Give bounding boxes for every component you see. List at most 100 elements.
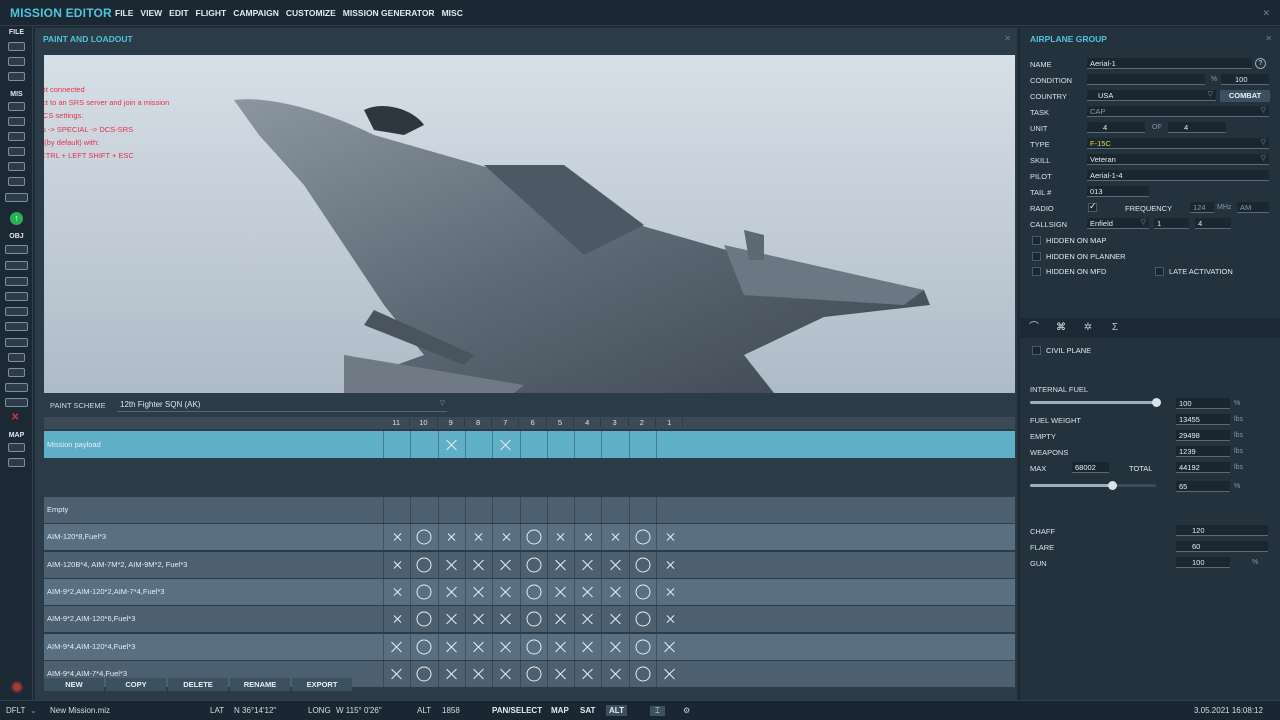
station-cell[interactable] [410, 431, 437, 458]
rename-button[interactable]: RENAME [230, 678, 290, 691]
loadout-row[interactable]: Empty [44, 497, 1015, 523]
weather-icon[interactable] [8, 117, 25, 126]
modulation-select[interactable]: AM [1237, 202, 1269, 213]
station-cell[interactable] [546, 497, 574, 523]
options-icon[interactable] [5, 193, 28, 202]
station-cell[interactable] [492, 431, 519, 458]
frequency-field[interactable]: 124 [1190, 202, 1214, 213]
menu-campaign[interactable]: CAMPAIGN [233, 8, 279, 18]
template-icon[interactable] [5, 322, 28, 331]
ship-icon[interactable] [5, 292, 28, 301]
aircraft-preview[interactable]: SRS not connected Connect to an SRS serv… [44, 55, 1015, 393]
station-cell[interactable] [410, 578, 437, 605]
station-cell[interactable] [546, 660, 574, 687]
station-cell[interactable] [410, 551, 437, 578]
ground-unit-icon[interactable] [5, 277, 28, 286]
airplane-icon[interactable] [5, 245, 28, 254]
hidden-on-map-checkbox[interactable] [1032, 236, 1041, 245]
static-object-icon[interactable] [5, 307, 28, 316]
condition-field[interactable]: 100 [1221, 74, 1269, 85]
settings-icon[interactable]: ⚙ [683, 706, 690, 715]
station-cell[interactable] [574, 497, 601, 523]
station-cell[interactable] [546, 633, 574, 660]
station-cell[interactable] [546, 524, 574, 551]
callsign-select[interactable]: Enfield ▽ [1087, 218, 1149, 229]
check-icon[interactable] [8, 177, 25, 186]
station-cell[interactable] [574, 660, 601, 687]
station-cell[interactable] [519, 660, 547, 687]
station-cell[interactable] [464, 606, 492, 633]
delete-icon[interactable]: ✕ [11, 412, 19, 423]
save-icon[interactable] [8, 42, 25, 51]
open-folder-icon[interactable] [8, 57, 25, 66]
properties-tab-icon[interactable]: ✲ [1081, 322, 1095, 334]
map-view-icon[interactable] [8, 443, 25, 452]
menu-mission-generator[interactable]: MISSION GENERATOR [343, 8, 435, 18]
route-tab-icon[interactable]: ⌒ [1027, 322, 1041, 334]
skill-select[interactable]: Veteran ▽ [1087, 154, 1269, 165]
country-select[interactable]: USA ▽ [1087, 90, 1216, 101]
close-icon[interactable]: ✕ [1262, 8, 1270, 19]
station-cell[interactable] [492, 660, 519, 687]
summary-tab-icon[interactable]: Σ [1108, 322, 1122, 334]
load-percent-field[interactable]: 65 [1176, 481, 1230, 492]
sat-mode-button[interactable]: SAT [580, 706, 595, 715]
station-cell[interactable] [519, 578, 547, 605]
station-cell[interactable] [574, 606, 601, 633]
slider-handle[interactable] [1152, 398, 1161, 407]
station-cell[interactable] [437, 606, 465, 633]
unit-field[interactable]: 4 [1087, 122, 1145, 133]
station-cell[interactable] [383, 497, 410, 523]
export-button[interactable]: EXPORT [292, 678, 352, 691]
station-cell[interactable] [383, 551, 410, 578]
menu-flight[interactable]: FLIGHT [196, 8, 227, 18]
station-cell[interactable] [656, 551, 683, 578]
station-cell[interactable] [437, 551, 465, 578]
paint-scheme-select[interactable]: 12th Fighter SQN (AK) ▽ [117, 398, 447, 412]
task-select[interactable]: CAP ▽ [1087, 106, 1269, 117]
station-cell[interactable] [383, 606, 410, 633]
station-cell[interactable] [601, 431, 628, 458]
help-icon[interactable]: ? [1255, 58, 1266, 69]
station-cell[interactable] [574, 524, 601, 551]
internal-fuel-slider[interactable] [1030, 398, 1161, 407]
station-cell[interactable] [656, 431, 683, 458]
loadout-row[interactable]: AIM-9*2,AIM-120*6,Fuel*3 [44, 606, 1015, 633]
station-cell[interactable] [410, 606, 437, 633]
station-cell[interactable] [601, 633, 628, 660]
loadout-row[interactable]: AIM-9*2,AIM-120*2,AIM-7*4,Fuel*3 [44, 578, 1015, 605]
triggers-icon[interactable] [8, 147, 25, 156]
station-cell[interactable] [437, 660, 465, 687]
combat-button[interactable]: COMBAT [1220, 90, 1270, 102]
station-cell[interactable] [383, 578, 410, 605]
menu-file[interactable]: FILE [115, 8, 133, 18]
station-cell[interactable] [628, 551, 656, 578]
theme-select[interactable]: DFLT [6, 706, 25, 715]
station-cell[interactable] [628, 431, 656, 458]
goals-icon[interactable] [8, 132, 25, 141]
station-cell[interactable] [437, 633, 465, 660]
station-cell[interactable] [656, 660, 683, 687]
station-cell[interactable] [464, 660, 492, 687]
civil-plane-checkbox[interactable] [1032, 346, 1041, 355]
flare-field[interactable]: 60 [1176, 541, 1268, 552]
station-cell[interactable] [519, 524, 547, 551]
type-select[interactable]: F-15C ▽ [1087, 138, 1269, 149]
station-cell[interactable] [601, 578, 628, 605]
station-cell[interactable] [410, 524, 437, 551]
menu-view[interactable]: VIEW [140, 8, 162, 18]
station-cell[interactable] [574, 551, 601, 578]
station-cell[interactable] [410, 633, 437, 660]
menu-misc[interactable]: MISC [442, 8, 463, 18]
station-cell[interactable] [383, 524, 410, 551]
tail-field[interactable]: 013 [1087, 186, 1149, 197]
station-cell[interactable] [464, 633, 492, 660]
alt-mode-button[interactable]: ALT [606, 705, 627, 716]
station-cell[interactable] [546, 431, 574, 458]
internal-fuel-field[interactable]: 100 [1176, 398, 1230, 409]
route-icon[interactable] [8, 162, 25, 171]
station-cell[interactable] [464, 524, 492, 551]
station-cell[interactable] [464, 551, 492, 578]
new-button[interactable]: NEW [44, 678, 104, 691]
station-cell[interactable] [519, 431, 547, 458]
